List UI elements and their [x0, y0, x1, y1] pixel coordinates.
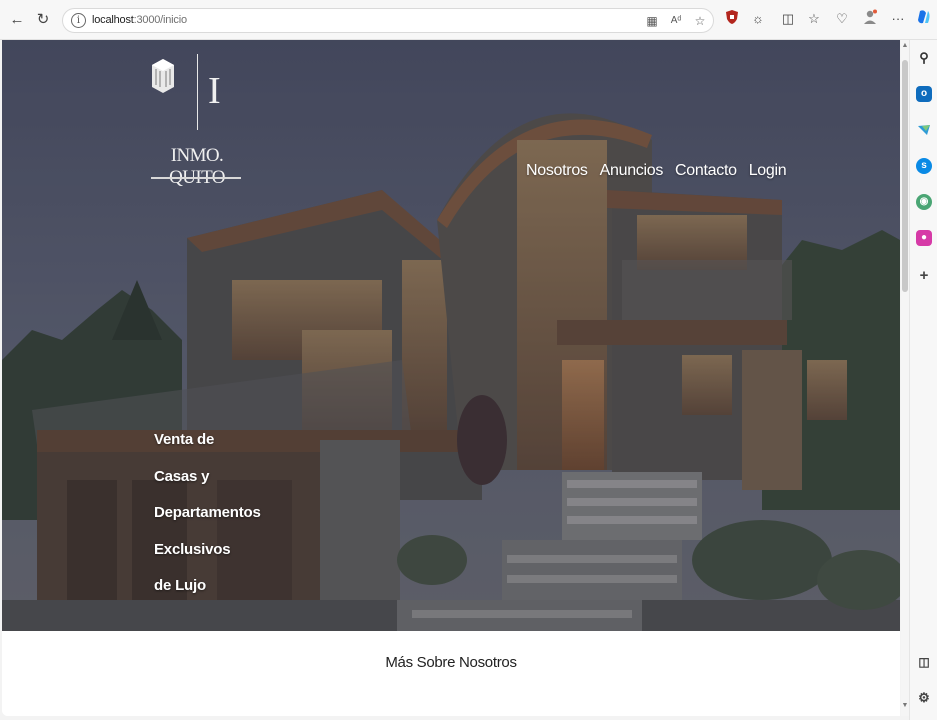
- building-logo-icon: [152, 59, 174, 93]
- hero-section: I INMO. QUITO Nosotros Anuncios Contacto…: [2, 40, 900, 631]
- nav-link-contacto[interactable]: Contacto: [675, 162, 737, 180]
- settings-gear-icon[interactable]: ⚙: [916, 690, 932, 706]
- main-nav: Nosotros Anuncios Contacto Login: [526, 162, 787, 180]
- scroll-up-icon[interactable]: ▲: [901, 42, 909, 49]
- scrollbar-thumb[interactable]: [902, 60, 908, 292]
- url-text[interactable]: localhost:3000/inicio: [92, 14, 187, 26]
- tagline-line: de Lujo: [154, 577, 206, 594]
- logo-underline: [151, 177, 241, 179]
- scroll-down-icon[interactable]: ▼: [901, 702, 909, 709]
- tagline-line: Casas y: [154, 467, 210, 485]
- logo-letter: I: [208, 70, 221, 112]
- nav-link-login[interactable]: Login: [749, 162, 787, 180]
- tagline-line: Venta de: [154, 431, 215, 448]
- refresh-icon[interactable]: ↻: [32, 9, 54, 31]
- more-menu-icon[interactable]: ···: [888, 9, 908, 29]
- nav-link-anuncios[interactable]: Anuncios: [600, 162, 664, 180]
- browser-sidebar: ⚲ o s ◉ ● + ◫ ⚙: [909, 40, 937, 720]
- outlook-icon[interactable]: o: [916, 86, 932, 102]
- designer-icon[interactable]: ●: [916, 230, 932, 246]
- sidebar-panel-icon[interactable]: ◫: [916, 654, 932, 670]
- tagline-line: Departamentos: [154, 504, 261, 521]
- address-bar[interactable]: i localhost:3000/inicio ▦ Aᵈ ☆: [62, 8, 714, 33]
- hero-tagline: Venta de Casas y Departamentos Exclusivo…: [154, 430, 294, 613]
- browser-toolbar: ← ↻ i localhost:3000/inicio ▦ Aᵈ ☆ ☼ ◫ ☆…: [0, 0, 937, 40]
- shopping-icon[interactable]: [916, 122, 932, 138]
- read-aloud-icon[interactable]: Aᵈ: [667, 12, 685, 30]
- site-logo[interactable]: I INMO. QUITO: [150, 53, 244, 188]
- favorites-icon[interactable]: ☆: [804, 9, 824, 29]
- hero-house-image: [2, 40, 900, 631]
- copilot-icon[interactable]: [914, 9, 934, 29]
- profile-avatar-icon[interactable]: [860, 9, 880, 29]
- logo-name: INMO. QUITO: [169, 145, 225, 188]
- browser-window: ← ↻ i localhost:3000/inicio ▦ Aᵈ ☆ ☼ ◫ ☆…: [0, 0, 937, 720]
- logo-divider: [197, 54, 198, 130]
- extension-shield-icon[interactable]: [722, 9, 742, 29]
- favorite-star-icon[interactable]: ☆: [691, 12, 709, 30]
- site-info-icon[interactable]: i: [71, 13, 86, 28]
- page-viewport: I INMO. QUITO Nosotros Anuncios Contacto…: [2, 40, 900, 716]
- page-scrollbar[interactable]: ▲ ▼: [901, 40, 909, 716]
- url-host: localhost: [92, 14, 134, 26]
- skype-icon[interactable]: s: [916, 158, 932, 174]
- add-icon[interactable]: +: [916, 268, 932, 284]
- back-arrow-icon[interactable]: ←: [6, 9, 28, 31]
- collections-icon[interactable]: ♡: [832, 9, 852, 29]
- nav-link-nosotros[interactable]: Nosotros: [526, 162, 588, 180]
- split-screen-icon[interactable]: ◫: [778, 9, 798, 29]
- chat-bot-icon[interactable]: ◉: [916, 194, 932, 210]
- app-available-icon[interactable]: ▦: [643, 12, 661, 30]
- about-section: Más Sobre Nosotros: [2, 631, 900, 716]
- tagline-line: Exclusivos: [154, 540, 231, 558]
- search-icon[interactable]: ⚲: [916, 50, 932, 66]
- extension-puzzle-icon[interactable]: ☼: [748, 9, 768, 29]
- url-path: :3000/inicio: [133, 14, 187, 26]
- about-title: Más Sobre Nosotros: [385, 654, 517, 671]
